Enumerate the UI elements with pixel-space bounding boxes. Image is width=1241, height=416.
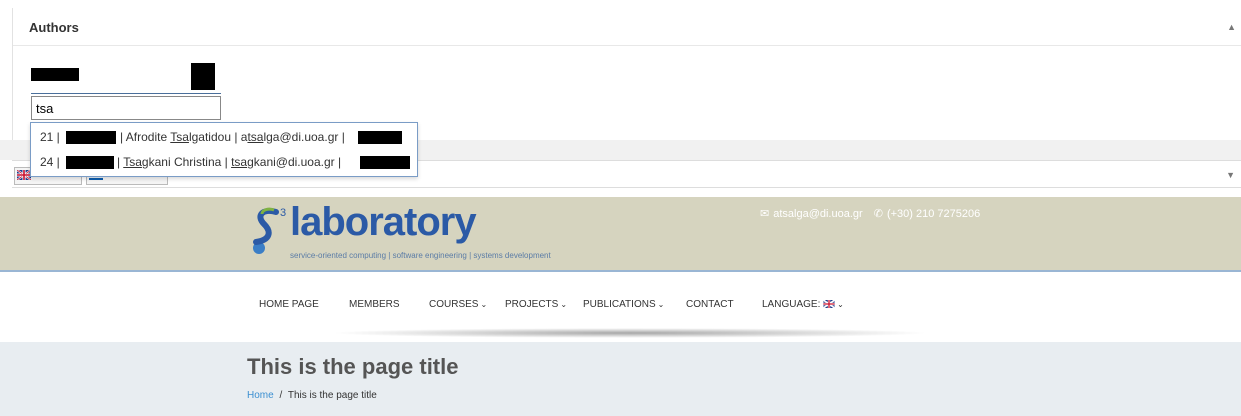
- redacted-field: [66, 156, 114, 169]
- chevron-up-icon[interactable]: ▲: [1227, 22, 1236, 32]
- page-title: This is the page title: [247, 354, 459, 379]
- authors-panel-header[interactable]: Authors ▲: [13, 8, 1241, 46]
- nav-home[interactable]: HOME PAGE: [259, 299, 319, 310]
- uk-flag-icon: [17, 170, 31, 180]
- chevron-down-icon: ⌄: [480, 300, 488, 309]
- s3-logo-mark: 3: [253, 207, 286, 254]
- chevron-down-icon: ⌄: [657, 300, 665, 309]
- suggestion-id: 21 |: [40, 130, 60, 144]
- breadcrumb-separator: /: [279, 390, 283, 401]
- suggestion-id: 24 |: [40, 155, 60, 169]
- redacted-field: [358, 131, 402, 144]
- header-contact: ✉ atsalga@di.uoa.gr ✆ (+30) 210 7275206: [760, 207, 980, 220]
- phone-icon: ✆: [873, 208, 883, 220]
- authors-title: Authors: [29, 20, 79, 35]
- contact-phone: (+30) 210 7275206: [886, 208, 981, 220]
- redacted-field: [66, 131, 116, 144]
- redacted-field: [360, 156, 410, 169]
- nav-publications[interactable]: PUBLICATIONS ⌄: [583, 299, 664, 310]
- uk-flag-icon: [823, 299, 836, 309]
- envelope-icon: ✉: [760, 208, 770, 220]
- breadcrumb-current: This is the page title: [287, 390, 377, 401]
- lab-logo[interactable]: 3 laboratory service-oriented computing …: [246, 200, 626, 262]
- nav-language[interactable]: LANGUAGE: ⌄: [762, 299, 844, 310]
- suggestion-row[interactable]: 21 | | Afrodite Tsalgatidou | atsalga@di…: [31, 125, 417, 149]
- chevron-down-icon: ⌄: [837, 300, 844, 309]
- redacted-author-name: [31, 68, 79, 81]
- chevron-down-icon[interactable]: ▼: [1226, 170, 1235, 180]
- main-nav: HOME PAGE MEMBERS COURSES ⌄ PROJECTS ⌄ PUB…: [0, 272, 1241, 338]
- authors-panel: Authors ▲: [12, 8, 1241, 140]
- author-search-input[interactable]: [31, 96, 221, 120]
- site-header: 3 laboratory service-oriented computing …: [0, 197, 1241, 272]
- svg-text:3: 3: [280, 207, 286, 219]
- nav-projects[interactable]: PROJECTS ⌄: [505, 299, 567, 310]
- breadcrumb-home-link[interactable]: Home: [247, 390, 274, 401]
- suggestion-row[interactable]: 24 | | Tsagkani Christina | tsagkani@di.…: [31, 150, 417, 174]
- breadcrumb: Home / This is the page title: [247, 390, 377, 401]
- author-suggestions-dropdown: 21 | | Afrodite Tsalgatidou | atsalga@di…: [30, 122, 418, 177]
- suggestion-text: | Tsagkani Christina | tsagkani@di.uoa.g…: [117, 155, 342, 169]
- redacted-author-detail: [191, 63, 215, 90]
- nav-shadow: [330, 328, 930, 338]
- page-title-area: This is the page title Home / This is th…: [0, 342, 1241, 416]
- nav-contact[interactable]: CONTACT: [686, 299, 734, 310]
- suggestion-text: | Afrodite Tsalgatidou | atsalga@di.uoa.…: [120, 130, 345, 144]
- contact-email[interactable]: atsalga@di.uoa.gr: [773, 208, 862, 220]
- selected-author: [31, 63, 221, 94]
- logo-wordmark: laboratory: [290, 200, 477, 244]
- chevron-down-icon: ⌄: [560, 300, 568, 309]
- nav-members[interactable]: MEMBERS: [349, 299, 400, 310]
- nav-courses[interactable]: COURSES ⌄: [429, 299, 487, 310]
- logo-tagline: service-oriented computing | software en…: [290, 251, 551, 260]
